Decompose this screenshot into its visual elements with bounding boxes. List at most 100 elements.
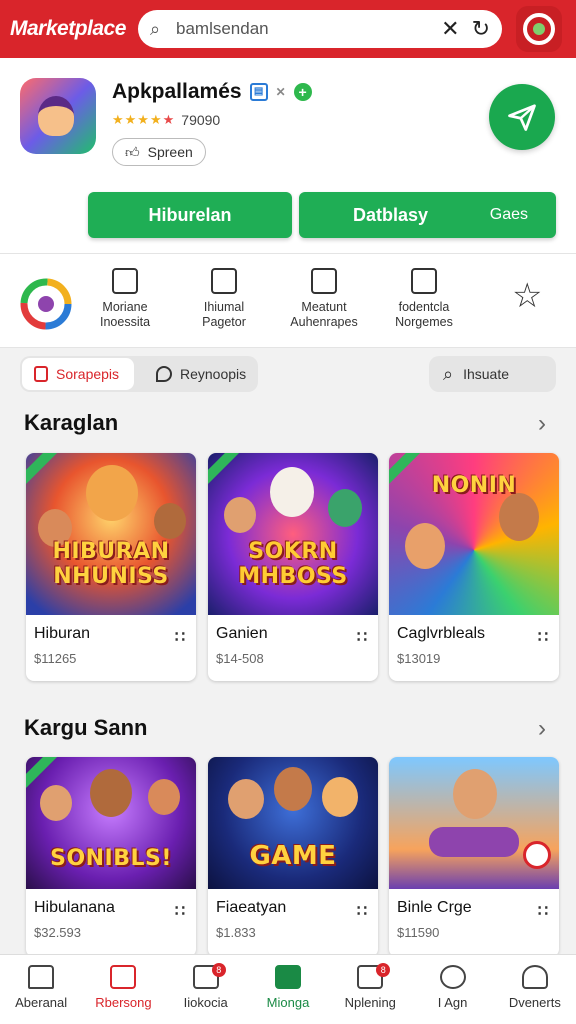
close-small-icon: ✕ [275, 85, 286, 99]
colorful-logo-icon[interactable] [20, 274, 72, 330]
game-price: $13019 [397, 651, 441, 666]
device-icon [311, 268, 337, 294]
game-art: HIBURAN NHUNISS [26, 453, 196, 615]
thumb-icon: 👍︎ [125, 143, 140, 160]
secondary-action-extra: Gaes [489, 206, 528, 223]
nav-item-apps[interactable]: I Agn [411, 955, 493, 1024]
more-options-icon[interactable]: ∷ [175, 627, 186, 647]
primary-action-button[interactable]: Hiburelan [88, 192, 292, 238]
app-card: Apkpallamés ▤ ✕ + ★★★★★ 79090 👍︎ Spreen … [0, 58, 576, 254]
category-sublabel: Inoessita [99, 315, 151, 329]
game-card[interactable]: NONIN Caglvrbleals $13019 ∷ [389, 453, 559, 681]
app-title-row: Apkpallamés ▤ ✕ + [112, 80, 312, 104]
person-icon [521, 965, 548, 989]
game-art-text: GAME [249, 841, 337, 871]
share-button[interactable]: 👍︎ Spreen [112, 138, 206, 166]
game-art: SOKRN MHBOSS [208, 453, 378, 615]
gamepad-icon [274, 965, 301, 989]
more-options-icon[interactable]: ∷ [538, 901, 549, 921]
game-art-text: HIBURAN NHUNISS [52, 539, 170, 589]
game-price: $1.833 [216, 925, 256, 940]
nav-item-shopping[interactable]: Rbersong [82, 955, 164, 1024]
top-bar: Marketplace ⌕ ✕ ↻ [0, 0, 576, 58]
secondary-action-button[interactable]: Datblasy Gaes [299, 192, 556, 238]
refresh-icon[interactable]: ↻ [472, 18, 490, 40]
nav-item-games[interactable]: Mionga [247, 955, 329, 1024]
nav-label: I Agn [437, 995, 468, 1010]
category-item-2[interactable]: Ihiumal Pagetor [174, 268, 274, 330]
game-card[interactable]: Binle Crge $11590 ∷ [389, 757, 559, 957]
category-sublabel: Pagetor [202, 315, 246, 329]
chevron-right-icon[interactable]: › [538, 715, 546, 743]
game-card[interactable]: HIBURAN NHUNISS Hiburan $11265 ∷ [26, 453, 196, 681]
home-icon [28, 965, 55, 989]
chevron-right-icon[interactable]: › [538, 410, 546, 438]
profile-icon [523, 13, 555, 45]
send-button[interactable] [489, 84, 555, 150]
search-icon: ⌕ [150, 19, 161, 39]
find-button[interactable]: ⌕ Ihsuate [429, 356, 556, 392]
paper-plane-icon [508, 104, 536, 131]
nav-item-library[interactable]: 8 Iiokocia [165, 955, 247, 1024]
search-bar[interactable]: ⌕ ✕ ↻ [138, 10, 502, 48]
game-art-text: SONIBLS! [50, 846, 172, 871]
filter-tab-active-label: Sorapepis [56, 366, 120, 382]
category-item-1[interactable]: Moriane Inoessita [75, 268, 175, 330]
section-title: Karaglan [24, 410, 119, 435]
game-art [389, 757, 559, 889]
game-art: SONIBLS! [26, 757, 196, 889]
more-options-icon[interactable]: ∷ [357, 901, 368, 921]
category-row: Moriane Inoessita Ihiumal Pagetor Meatun… [0, 254, 576, 348]
game-name: Hibulanana [34, 899, 115, 916]
game-name: Binle Crge [397, 899, 472, 916]
app-title: Apkpallamés [112, 80, 242, 103]
more-options-icon[interactable]: ∷ [357, 627, 368, 647]
nav-item-planning[interactable]: 8 Nplening [329, 955, 411, 1024]
shirt-icon [112, 268, 138, 294]
app-icon[interactable] [20, 78, 96, 154]
category-item-3[interactable]: Meatunt Auhenrapes [274, 268, 374, 330]
category-sublabel: Auhenrapes [290, 315, 358, 329]
filter-tab-active[interactable]: Sorapepis [22, 358, 134, 390]
compass-icon [439, 965, 466, 989]
filter-tab-inactive[interactable]: Reynoopis [156, 358, 246, 390]
game-card[interactable]: SONIBLS! Hibulanana $32.593 ∷ [26, 757, 196, 957]
game-name: Ganien [216, 625, 268, 642]
game-price: $14-508 [216, 651, 264, 666]
secondary-action-label: Datblasy [353, 204, 429, 225]
nav-label: Rbersong [95, 995, 152, 1010]
share-label: Spreen [147, 144, 193, 160]
category-item-4[interactable]: fodentcla Norgemes [374, 268, 474, 330]
category-sublabel: Norgemes [395, 315, 453, 329]
section-title: Kargu Sann [24, 715, 148, 740]
profile-button[interactable] [516, 6, 562, 52]
game-card[interactable]: SOKRN MHBOSS Ganien $14-508 ∷ [208, 453, 378, 681]
favorite-star-icon[interactable]: ☆ [512, 276, 542, 316]
media-icon [211, 268, 237, 294]
notification-badge: 8 [211, 963, 226, 977]
filter-tab-inactive-label: Reynoopis [180, 366, 247, 382]
add-icon[interactable]: + [293, 83, 312, 101]
nav-item-home[interactable]: Aberanal [0, 955, 82, 1024]
star-rating-icon: ★★★★★ [112, 112, 176, 127]
verified-icon: ▤ [249, 83, 268, 101]
rating-row: ★★★★★ 79090 [112, 112, 220, 128]
clear-icon[interactable]: ✕ [441, 18, 459, 40]
nav-item-profile[interactable]: Dvenerts [494, 955, 576, 1024]
game-name: Hiburan [34, 625, 91, 642]
find-label: Ihsuate [463, 366, 510, 382]
game-name: Caglvrbleals [397, 625, 486, 642]
search-input[interactable] [176, 19, 430, 39]
document-icon [34, 366, 48, 382]
nav-label: Nplening [344, 995, 396, 1010]
game-price: $11590 [397, 925, 440, 940]
more-options-icon[interactable]: ∷ [538, 627, 549, 647]
category-label: Ihiumal [203, 300, 245, 314]
bottom-nav: Aberanal Rbersong 8 Iiokocia Mionga 8 Np… [0, 954, 576, 1024]
brand-logo[interactable]: Marketplace [10, 17, 134, 41]
nav-label: Dvenerts [508, 995, 561, 1010]
game-card[interactable]: GAME Fiaeatyan $1.833 ∷ [208, 757, 378, 957]
game-art-text: NONIN [431, 473, 517, 498]
more-options-icon[interactable]: ∷ [175, 901, 186, 921]
game-art: GAME [208, 757, 378, 889]
